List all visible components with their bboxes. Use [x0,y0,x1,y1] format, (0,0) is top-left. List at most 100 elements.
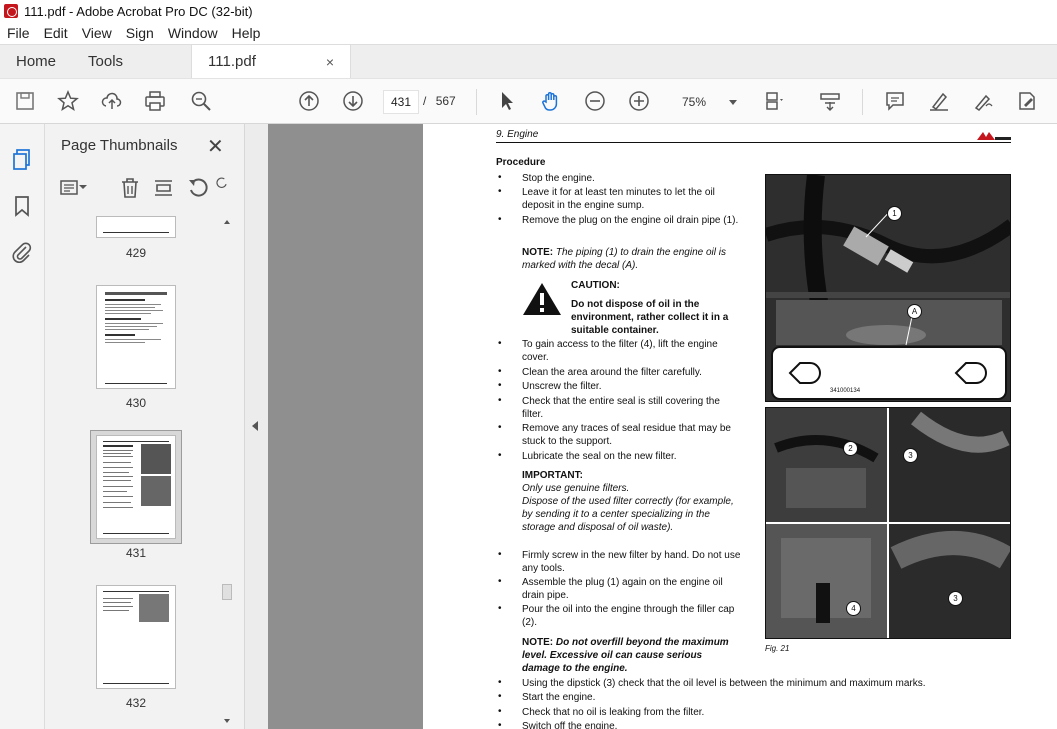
page-thumbnails-icon[interactable] [10,147,34,171]
note-block: NOTE: Do not overfill beyond the maximum… [522,636,742,675]
bullet: • [498,366,502,377]
select-cursor-icon[interactable] [494,88,520,114]
step-text: Pour the oil into the engine through the… [522,604,735,628]
thumbnail-list: 429 430 431 432 [45,216,233,729]
tab-tools[interactable]: Tools [72,45,139,78]
pdf-page: 9. Engine Procedure • Stop the engine. •… [423,124,1057,729]
scroll-down-icon[interactable] [224,719,230,723]
highlight-pen-icon[interactable] [926,88,952,114]
menu-help[interactable]: Help [225,25,268,41]
rotate-clockwise-icon[interactable] [215,176,229,200]
tab-document-label: 111.pdf [208,53,256,70]
thumbnail-scrollbar[interactable] [221,216,233,729]
save-icon[interactable] [12,88,38,114]
menu-sign[interactable]: Sign [119,25,161,41]
bullet: • [498,677,502,688]
bullet: • [498,214,502,225]
step-text: Remove any traces of seal residue that m… [522,423,731,447]
step-text: Stop the engine. [522,173,595,184]
bullet: • [498,706,502,717]
delete-trash-icon[interactable] [118,176,142,200]
zoom-value: 75% [682,95,707,109]
thumbnail-page[interactable] [96,216,176,238]
panel-toolbar [59,176,231,202]
menu-window[interactable]: Window [161,25,225,41]
upload-cloud-icon[interactable] [99,88,125,114]
panel-title: Page Thumbnails [61,137,178,154]
main-toolbar: 431 / 567 75% [0,78,1057,124]
step-text: Unscrew the filter. [522,381,602,392]
step-text: To gain access to the filter (4), lift t… [522,339,718,363]
figure-callout: 1 [887,206,902,221]
bullet: • [498,720,502,729]
scroll-up-icon[interactable] [224,220,230,224]
zoom-dropdown[interactable]: 75% [673,90,743,114]
comment-icon[interactable] [882,88,908,114]
figure-callout: 4 [846,601,861,616]
chevron-down-icon[interactable] [77,180,89,204]
bookmark-star-icon[interactable] [55,88,81,114]
rotate-counterclockwise-icon[interactable] [186,176,210,200]
next-page-icon[interactable] [340,88,366,114]
tab-bar: Home Tools 111.pdf × [0,44,1057,78]
tab-close-icon[interactable]: × [326,54,334,70]
scroll-mode-icon[interactable] [817,88,843,114]
previous-page-icon[interactable] [296,88,322,114]
menu-file[interactable]: File [0,25,37,41]
search-zoom-icon[interactable] [188,88,214,114]
note-text: Do not overfill beyond the maximum level… [522,637,729,674]
figure-code: 341000134 [830,388,861,394]
hand-tool-icon[interactable] [538,88,564,114]
figure-drain-pipe-photo: 1 A 341000134 [765,174,1011,402]
caution-label: CAUTION: [571,280,620,291]
draw-sign-icon[interactable] [970,88,996,114]
step-text: Check that the entire seal is still cove… [522,396,720,420]
menu-view[interactable]: View [75,25,119,41]
close-icon[interactable]: ✕ [207,134,224,159]
figure-engine-photos: 2 3 4 3 [765,407,1011,639]
edit-document-icon[interactable] [1014,88,1040,114]
bullet: • [498,691,502,702]
note-label: NOTE: [522,247,554,258]
navigation-rail [0,124,45,729]
caution-text: Do not dispose of oil in the environment… [571,299,729,336]
important-line: Only use genuine filters. [522,483,630,494]
panel-splitter[interactable] [245,124,268,729]
figure-callout: 3 [948,591,963,606]
attachments-paperclip-icon[interactable] [10,240,34,264]
menu-edit[interactable]: Edit [37,25,75,41]
collapse-panel-icon[interactable] [252,421,258,431]
thumbnail-page[interactable] [96,285,176,389]
bookmarks-icon[interactable] [10,194,34,218]
thumbnail-page[interactable] [96,585,176,689]
zoom-out-icon[interactable] [582,88,608,114]
figure-callout: 2 [843,441,858,456]
zoom-in-icon[interactable] [626,88,652,114]
important-label: IMPORTANT: [522,470,583,481]
chevron-down-icon [729,100,737,105]
step-text: Clean the area around the filter careful… [522,367,702,378]
bullet: • [498,380,502,391]
thumbnail-page-selected[interactable] [96,435,176,539]
fit-page-icon[interactable] [762,88,788,114]
tab-home[interactable]: Home [0,45,72,78]
thumbnail-label: 429 [125,246,147,260]
figure-callout: 3 [903,448,918,463]
scrollbar-thumb[interactable] [222,584,232,600]
header-rule [496,142,1011,143]
note-text: The piping (1) to drain the engine oil i… [522,247,726,271]
window-title: 111.pdf - Adobe Acrobat Pro DC (32-bit) [24,3,253,19]
step-text: Assemble the plug (1) again on the engin… [522,577,723,601]
acrobat-app-icon [4,4,18,18]
print-icon[interactable] [142,88,168,114]
document-viewer[interactable]: 9. Engine Procedure • Stop the engine. •… [268,124,1057,729]
step-text: Switch off the engine. [522,721,618,729]
page-number-input[interactable]: 431 [383,90,419,114]
bullet: • [498,338,502,349]
tab-document[interactable]: 111.pdf × [191,45,352,78]
insert-page-icon[interactable] [152,176,176,200]
figure-callout: A [907,304,922,319]
thumbnail-label: 432 [125,696,147,710]
step-text: Leave it for at least ten minutes to let… [522,187,715,211]
toolbar-divider [862,89,863,115]
